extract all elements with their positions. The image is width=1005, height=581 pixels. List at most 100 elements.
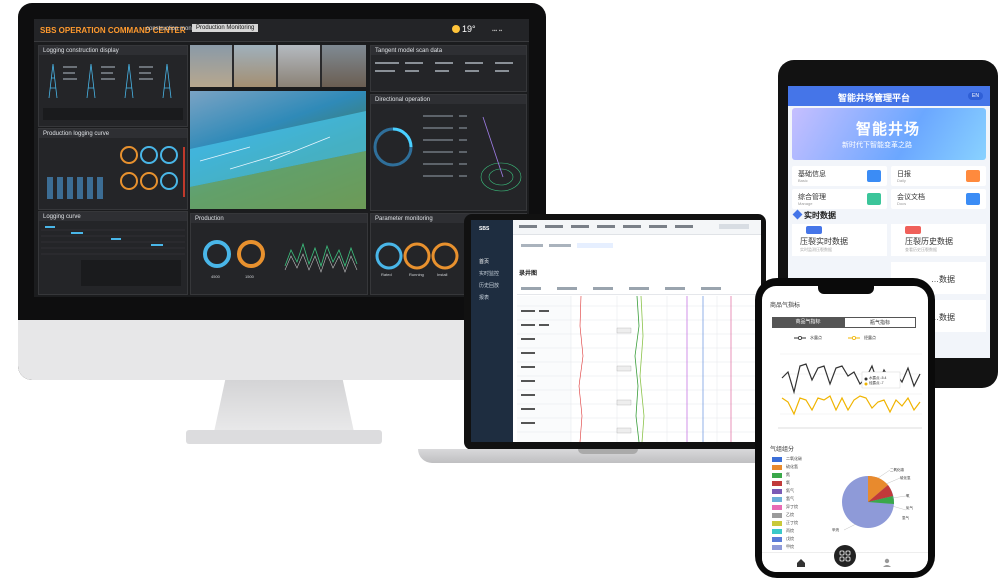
- realtime-icon: [806, 226, 822, 234]
- logging-track-chart: [517, 296, 761, 442]
- report-icon: [966, 170, 980, 182]
- panel-title: Production logging curve: [43, 131, 110, 137]
- legend-label[interactable]: 氦气: [786, 488, 794, 494]
- camera-feed-1[interactable]: [190, 45, 232, 87]
- ring-label-2: Running: [409, 272, 424, 277]
- legend-water: 水露点: [810, 335, 822, 340]
- legend-label[interactable]: 甲烷: [786, 544, 794, 550]
- hero-banner[interactable]: 智能井场 新时代下智能变革之路: [792, 108, 986, 160]
- page-title: 录井图: [519, 271, 538, 277]
- legend-swatch: [772, 489, 782, 494]
- legend-label[interactable]: 异丁烷: [786, 504, 798, 510]
- scan-table: [375, 62, 513, 72]
- card-sub: Daily: [897, 178, 906, 183]
- tooltip-hydrocarbon: 烃露点:-7: [869, 381, 884, 385]
- manage-icon: [867, 193, 881, 205]
- pie-label-1: 二氧化碳: [890, 468, 904, 472]
- card-frac-realtime[interactable]: 压裂实时数据 实时监测压裂数据: [792, 224, 887, 256]
- history-icon: [905, 226, 921, 234]
- logging-web-app: SBS 首页 实时监控 历史回放 报表 录井图: [471, 220, 761, 442]
- app-header: 智能井场管理平台 EN: [788, 86, 990, 106]
- legend-swatch: [772, 505, 782, 510]
- card-frac-history[interactable]: 压裂历史数据 查看历史压裂数据: [891, 224, 986, 256]
- home-icon[interactable]: [796, 558, 806, 568]
- segment-cylinder-gas[interactable]: 瓶气指标: [844, 317, 916, 328]
- panel-production-logging: Production logging curve: [38, 128, 188, 210]
- legend-swatch: [772, 545, 782, 550]
- legend-label[interactable]: 正丁烷: [786, 520, 798, 526]
- sidebar-item-home[interactable]: 首页: [479, 258, 489, 265]
- legend-label[interactable]: 丙烷: [786, 528, 794, 534]
- panel-title: Directional operation: [375, 97, 431, 103]
- legend-label[interactable]: 戊烷: [786, 536, 794, 542]
- legend-swatch: [772, 465, 782, 470]
- legend-swatch: [772, 537, 782, 542]
- monitor-stand: [214, 380, 354, 432]
- info-icon: [867, 170, 881, 182]
- card-management[interactable]: 综合管理 Manage: [792, 189, 887, 209]
- 3d-site-view[interactable]: [190, 91, 366, 209]
- realtime-diamond-icon: [792, 209, 803, 220]
- phone-notch: [818, 286, 874, 294]
- camera-feed-3[interactable]: [278, 45, 320, 87]
- apps-grid-icon[interactable]: [834, 545, 856, 567]
- legend-swatch: [772, 513, 782, 518]
- gas-indicator-app: 商品气指标 商品气指标 瓶气指标 水露点 烃露点 水露点:-5.4 烃露点:-7…: [762, 286, 928, 572]
- panel-title: Parameter monitoring: [375, 216, 433, 222]
- dewpoint-line-chart: [778, 353, 922, 429]
- segment-commodity-gas[interactable]: 商品气指标: [772, 317, 844, 328]
- card-sub: 查看历史压裂数据: [905, 247, 937, 252]
- well-diagrams: [43, 63, 183, 120]
- legend-label[interactable]: 二氧化碳: [786, 456, 802, 462]
- monitor-base: [186, 430, 382, 444]
- pie-label-2: 硫化氢: [900, 476, 911, 480]
- screen-header: 商品气指标: [770, 303, 801, 309]
- panel-scan-data: Tangent model scan data: [370, 45, 527, 92]
- header-date: ▪▪▪ ▪▪: [492, 28, 503, 34]
- legend-label[interactable]: 氧: [786, 480, 790, 486]
- weather-sun-icon: [452, 25, 460, 33]
- bottom-nav: [762, 545, 928, 572]
- topbar-items: [519, 224, 749, 229]
- panel-title: Logging construction display: [43, 48, 119, 54]
- ring-label-1: Rated: [381, 272, 392, 277]
- pie-title: 气组组分: [770, 447, 795, 453]
- panel-logging-curve: Logging curve: [38, 211, 188, 295]
- card-basic-info[interactable]: 基础信息 Basic: [792, 166, 887, 186]
- sidebar-item-report[interactable]: 报表: [479, 294, 489, 301]
- sidebar-item-realtime[interactable]: 实时监控: [479, 270, 499, 277]
- camera-feed-4[interactable]: [322, 45, 366, 87]
- legend-swatch: [772, 457, 782, 462]
- banner-subtitle: 新时代下智能变革之路: [842, 142, 912, 149]
- brand-logo: SBS: [479, 226, 490, 232]
- legend-label[interactable]: 氮: [786, 472, 790, 478]
- operation-dashboard: SBS OPERATION COMMAND CENTER constructio…: [34, 19, 529, 297]
- card-sub: Manage: [798, 201, 813, 206]
- app-title: 智能井场管理平台: [838, 93, 911, 103]
- legend-label[interactable]: 氢气: [786, 496, 794, 502]
- profile-icon[interactable]: [882, 558, 892, 568]
- language-toggle[interactable]: EN: [968, 92, 983, 100]
- pie-label-4: 氦气: [906, 506, 913, 510]
- tab-production[interactable]: Production Monitoring: [192, 24, 259, 32]
- legend-hydrocarbon: 烃露点: [864, 335, 876, 340]
- legend-label[interactable]: 硫化氢: [786, 464, 798, 470]
- camera-feed-2[interactable]: [234, 45, 276, 87]
- production-charts: [203, 240, 358, 273]
- banner-title: 智能井场: [856, 121, 921, 138]
- app-topbar: [513, 220, 761, 235]
- card-sub: 实时监测压裂数据: [800, 247, 832, 252]
- directional-charts: [373, 115, 522, 192]
- card-daily-report[interactable]: 日报 Daily: [891, 166, 986, 186]
- ring-label-3: Install: [437, 272, 448, 277]
- dashboard-header: SBS OPERATION COMMAND CENTER constructio…: [34, 19, 529, 42]
- legend-swatch: [772, 481, 782, 486]
- laptop-notch: [578, 449, 638, 454]
- pie-label-6: 甲烷: [832, 528, 839, 532]
- legend-swatch: [772, 529, 782, 534]
- legend-label[interactable]: 乙烷: [786, 512, 794, 518]
- card-meeting-docs[interactable]: 会议文档 Docs: [891, 189, 986, 209]
- card-label: …数据: [931, 275, 955, 284]
- panel-production: Production 4500 1500: [190, 213, 368, 295]
- sidebar-item-history[interactable]: 历史回放: [479, 282, 499, 289]
